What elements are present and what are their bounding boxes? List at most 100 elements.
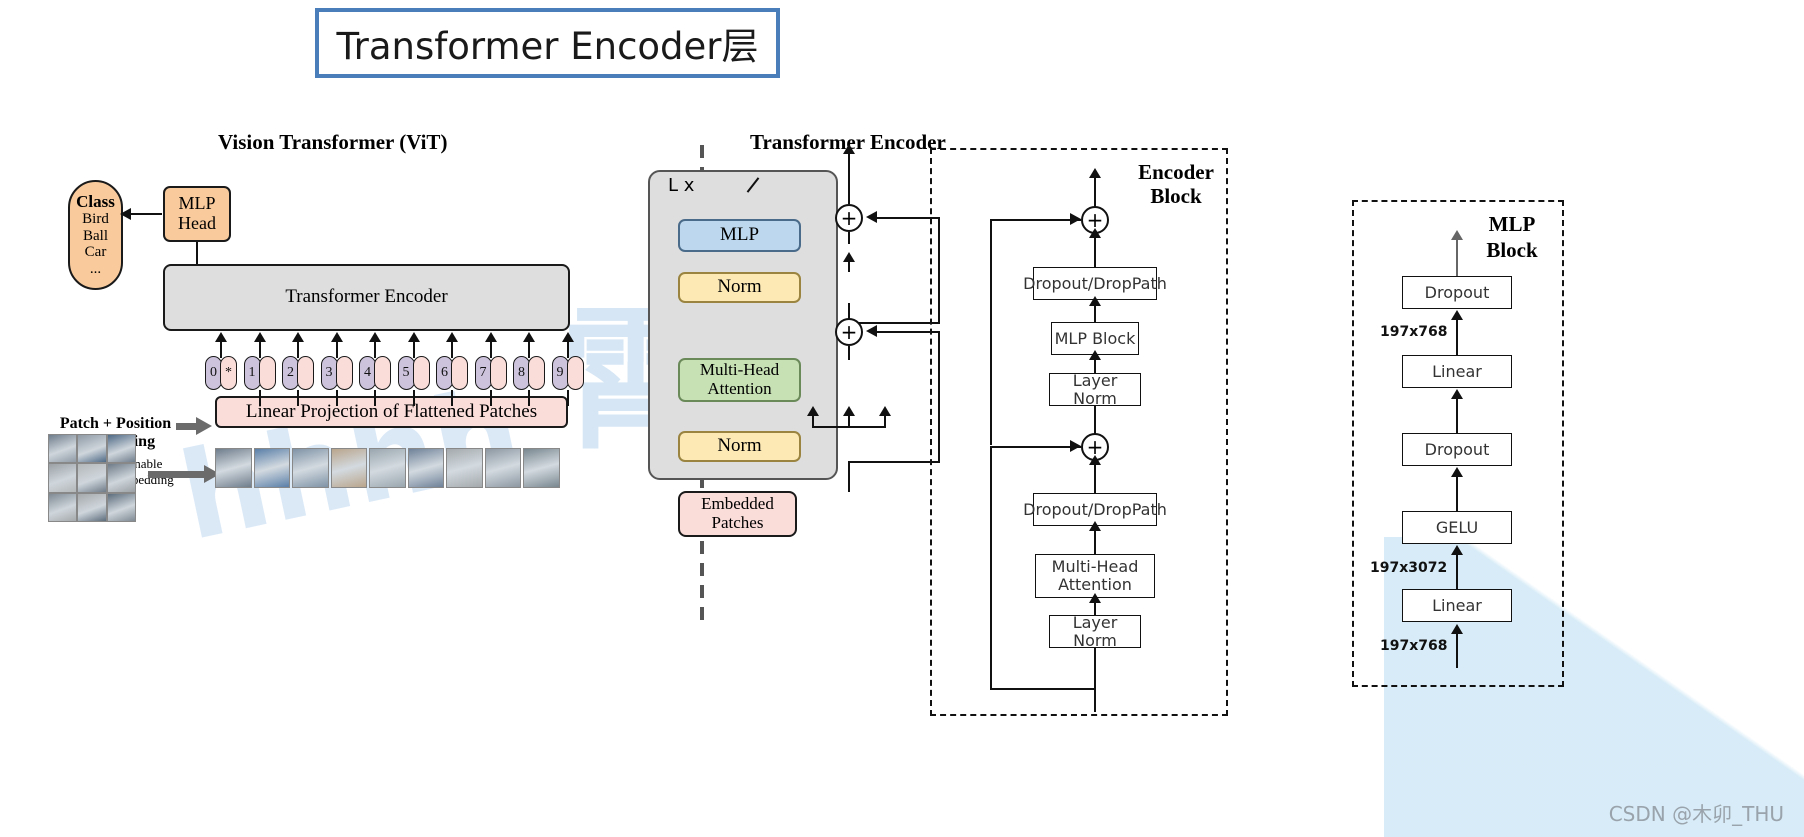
token-to-encoder-line (220, 340, 222, 358)
encoder-block-heading-line2: Block (1150, 184, 1202, 208)
qkv-arrow (843, 406, 855, 416)
flattened-patch (292, 448, 329, 488)
patch-embedding-5 (412, 356, 430, 390)
page-title-box: Transformer Encoder层 (315, 8, 780, 78)
linear-projection-label: Linear Projection of Flattened Patches (245, 400, 538, 422)
position-embedding-1: 1 (243, 356, 261, 390)
projection-to-token-line (489, 390, 492, 406)
flattened-patch (215, 448, 252, 488)
mlpb-gelu: GELU (1402, 511, 1512, 544)
eb-ddb-to-add-arrow (1089, 455, 1101, 465)
eb-layer-norm-bottom-label: Layer Norm (1072, 612, 1118, 650)
projection-to-token-line (374, 390, 376, 406)
eb-skip-top-arrow (1070, 213, 1081, 225)
token-to-encoder-line (258, 340, 261, 358)
projection-to-token-line (258, 390, 261, 406)
mlphead-to-class-line (128, 213, 162, 215)
encoder-norm-top-label: Norm (717, 276, 762, 298)
encoder-mlp-box: MLP (678, 219, 801, 252)
mlpb-dropout-top-label: Dropout (1424, 282, 1490, 302)
separator-dash (700, 145, 704, 158)
eb-skip-bottom-tap (990, 688, 1096, 690)
projection-to-token-line (451, 390, 453, 406)
eb-dd-to-add-arrow (1089, 228, 1101, 238)
mlpb-input-arrow (1451, 624, 1463, 634)
separator-dash (700, 585, 704, 598)
eb-dd-to-add-line (1094, 234, 1096, 267)
patch-embedding-6 (451, 356, 468, 390)
mlpb-dropout1-up-line (1456, 397, 1458, 433)
source-image-patch (48, 463, 78, 493)
source-image-patch (48, 434, 78, 464)
patch-embedding-7 (489, 356, 507, 390)
flattened-patch (407, 448, 444, 488)
flattened-patch (253, 448, 290, 488)
token-to-encoder-line (528, 340, 530, 358)
mlpb-linear-top: Linear (1402, 355, 1512, 388)
token-to-encoder-arrow (523, 332, 535, 342)
patch-embedding-4 (374, 356, 391, 390)
patch-embedding-3 (335, 356, 353, 390)
flattened-patch (330, 448, 367, 488)
position-embedding-9: 9 (551, 356, 569, 390)
qkv-fanout-line (812, 426, 886, 428)
skip-top-bottom-horizontal (848, 322, 940, 324)
patch-label-arrow-line (176, 423, 198, 430)
mlpb-dim-middle: 197x3072 (1370, 560, 1448, 576)
encoder-norm-bottom-label: Norm (717, 435, 762, 457)
patch-embedding-2 (297, 356, 314, 390)
embedded-to-norm-line (848, 462, 850, 492)
encoder-mha-box: Multi-Head Attention (678, 358, 801, 402)
eb-add-bottom-symbol: + (1086, 435, 1104, 459)
position-embedding-5: 5 (397, 356, 415, 390)
source-image-patch (48, 492, 78, 522)
mlpb-linear1-up-line (1456, 553, 1458, 589)
mlpb-dropout-mid: Dropout (1402, 433, 1512, 466)
eb-layer-norm-top: Layer Norm (1049, 372, 1141, 407)
skip-top-arrow (866, 211, 877, 223)
flattened-patch (484, 448, 521, 488)
encoder-mha-line2: Attention (707, 379, 772, 398)
class-item-bird: Bird (82, 211, 109, 228)
embedded-patches-line2: Patches (711, 513, 764, 532)
mlpb-output-line (1456, 238, 1458, 276)
patch-label-arrow-head (196, 417, 212, 435)
position-embedding-3: 3 (320, 356, 338, 390)
token-to-encoder-line (489, 340, 492, 358)
mlp-to-add-line (848, 232, 850, 244)
eb-multi-head-attention: Multi-Head Attention (1035, 554, 1155, 598)
token-to-encoder-line (451, 340, 453, 358)
mlpb-dropout-top: Dropout (1402, 276, 1512, 309)
patch-embedding-8 (528, 356, 545, 390)
encoder-repeat-label: L x (668, 175, 695, 196)
position-embedding-7: 7 (474, 356, 492, 390)
token-to-encoder-arrow (253, 332, 266, 342)
encoder-mha-line1: Multi-Head (699, 360, 780, 380)
eb-add-top-symbol: + (1086, 208, 1104, 232)
mlpb-input-line (1456, 630, 1458, 668)
token-to-encoder-arrow (561, 332, 574, 342)
encoder-block-heading-line1: Encoder (1138, 160, 1214, 184)
mlpb-linear-bottom: Linear (1402, 589, 1512, 622)
eb-layer-norm-bottom: Layer Norm (1049, 612, 1141, 650)
eb-dropout-droppath-top-label: Dropout/DropPath (1023, 273, 1167, 293)
token-to-encoder-arrow (330, 332, 343, 342)
source-image-patch (77, 492, 107, 522)
vit-heading: Vision Transformer (ViT) (218, 130, 448, 154)
token-to-encoder-line (566, 340, 569, 358)
csdn-credit: CSDN @木卯_THU (1608, 802, 1784, 826)
mlp-head-line2: Head (178, 213, 216, 233)
skip-mid-arrow (866, 325, 877, 337)
eb-output-arrow (1089, 168, 1101, 178)
token-to-encoder-arrow (484, 332, 497, 342)
token-to-encoder-line (335, 340, 338, 358)
norm1-to-mlp-arrow (843, 252, 855, 262)
mha-to-add-line (848, 346, 850, 360)
diagram-canvas: 霄 hhhh CSDN @木卯_THU Transformer Encoder层… (0, 0, 1804, 837)
token-to-encoder-arrow (215, 332, 227, 342)
add-top-up-line (848, 184, 850, 204)
eb-input-line (1094, 648, 1096, 712)
page-title: Transformer Encoder层 (336, 25, 759, 68)
eb-output-line (1094, 176, 1096, 208)
mlpb-linear2-up-line (1456, 318, 1458, 355)
